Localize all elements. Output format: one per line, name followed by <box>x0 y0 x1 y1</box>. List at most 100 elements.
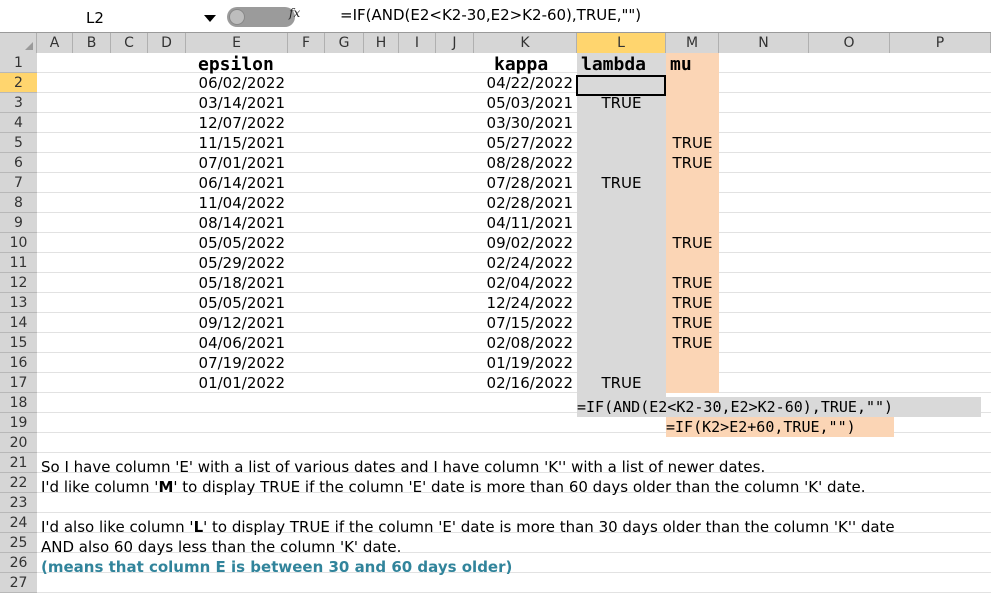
header-epsilon[interactable]: epsilon <box>198 55 274 75</box>
row-header-8[interactable]: 8 <box>0 193 37 213</box>
column-header-n[interactable]: N <box>719 33 809 53</box>
column-header-l[interactable]: L <box>577 33 666 53</box>
name-box[interactable]: L2 <box>0 8 220 28</box>
cell-l10[interactable] <box>577 233 666 253</box>
cell-k3[interactable]: 05/03/2021 <box>477 93 573 113</box>
cell-e6[interactable]: 07/01/2021 <box>189 153 285 173</box>
row-header-1[interactable]: 1 <box>0 53 37 73</box>
row-header-19[interactable]: 19 <box>0 413 37 433</box>
cell-m4[interactable] <box>666 113 719 133</box>
cell-e8[interactable]: 11/04/2022 <box>189 193 285 213</box>
row-header-24[interactable]: 24 <box>0 513 37 533</box>
note-row-25[interactable]: AND also 60 days less than the column 'K… <box>41 537 401 557</box>
note-row-24[interactable]: I'd also like column 'L' to display TRUE… <box>41 517 895 537</box>
column-header-c[interactable]: C <box>111 33 148 53</box>
cell-k6[interactable]: 08/28/2022 <box>477 153 573 173</box>
cell-l15[interactable] <box>577 333 666 353</box>
cell-k11[interactable]: 02/24/2022 <box>477 253 573 273</box>
formula-l-note[interactable]: =IF(AND(E2<K2-30,E2>K2-60),TRUE,"") <box>577 397 981 417</box>
row-header-27[interactable]: 27 <box>0 573 37 593</box>
column-header-j[interactable]: J <box>436 33 474 53</box>
cell-e9[interactable]: 08/14/2021 <box>189 213 285 233</box>
row-header-26[interactable]: 26 <box>0 553 37 573</box>
cell-k10[interactable]: 09/02/2022 <box>477 233 573 253</box>
column-header-h[interactable]: H <box>364 33 399 53</box>
cell-l7[interactable]: TRUE <box>577 173 666 193</box>
cell-m15[interactable]: TRUE <box>666 333 719 353</box>
cell-e5[interactable]: 11/15/2021 <box>189 133 285 153</box>
cell-m17[interactable] <box>666 373 719 393</box>
header-mu[interactable]: mu <box>670 55 692 75</box>
cell-e17[interactable]: 01/01/2022 <box>189 373 285 393</box>
cell-k17[interactable]: 02/16/2022 <box>477 373 573 393</box>
row-header-20[interactable]: 20 <box>0 433 37 453</box>
cell-e15[interactable]: 04/06/2021 <box>189 333 285 353</box>
cell-e7[interactable]: 06/14/2021 <box>189 173 285 193</box>
column-header-a[interactable]: A <box>37 33 73 53</box>
cell-k4[interactable]: 03/30/2021 <box>477 113 573 133</box>
cell-e10[interactable]: 05/05/2022 <box>189 233 285 253</box>
row-header-10[interactable]: 10 <box>0 233 37 253</box>
cell-m6[interactable]: TRUE <box>666 153 719 173</box>
fx-icon[interactable]: fx <box>289 6 300 20</box>
column-header-e[interactable]: E <box>186 33 288 53</box>
cell-l12[interactable] <box>577 273 666 293</box>
column-header-f[interactable]: F <box>288 33 325 53</box>
cell-e4[interactable]: 12/07/2022 <box>189 113 285 133</box>
column-header-p[interactable]: P <box>890 33 991 53</box>
row-header-23[interactable]: 23 <box>0 493 37 513</box>
row-header-2[interactable]: 2 <box>0 73 37 93</box>
formula-bar-handle[interactable] <box>227 7 295 27</box>
cell-k14[interactable]: 07/15/2022 <box>477 313 573 333</box>
row-header-25[interactable]: 25 <box>0 533 37 553</box>
cell-l17[interactable]: TRUE <box>577 373 666 393</box>
cell-k8[interactable]: 02/28/2021 <box>477 193 573 213</box>
cell-e13[interactable]: 05/05/2021 <box>189 293 285 313</box>
cell-e2[interactable]: 06/02/2022 <box>189 73 285 93</box>
cell-l13[interactable] <box>577 293 666 313</box>
cell-m2[interactable] <box>666 73 719 93</box>
cell-e3[interactable]: 03/14/2021 <box>189 93 285 113</box>
cell-m16[interactable] <box>666 353 719 373</box>
cell-k16[interactable]: 01/19/2022 <box>477 353 573 373</box>
cell-m9[interactable] <box>666 213 719 233</box>
column-header-g[interactable]: G <box>325 33 364 53</box>
formula-m-note[interactable]: =IF(K2>E2+60,TRUE,"") <box>666 417 894 437</box>
cell-l6[interactable] <box>577 153 666 173</box>
cell-m10[interactable]: TRUE <box>666 233 719 253</box>
cell-l4[interactable] <box>577 113 666 133</box>
row-header-5[interactable]: 5 <box>0 133 37 153</box>
chevron-down-icon[interactable] <box>202 9 218 27</box>
row-header-14[interactable]: 14 <box>0 313 37 333</box>
cell-l9[interactable] <box>577 213 666 233</box>
cell-e14[interactable]: 09/12/2021 <box>189 313 285 333</box>
note-row-21[interactable]: So I have column 'E' with a list of vari… <box>41 457 765 477</box>
row-header-15[interactable]: 15 <box>0 333 37 353</box>
cell-l11[interactable] <box>577 253 666 273</box>
note-row-22[interactable]: I'd like column 'M' to display TRUE if t… <box>41 477 866 497</box>
select-all-corner[interactable] <box>0 33 37 53</box>
cell-e12[interactable]: 05/18/2021 <box>189 273 285 293</box>
cell-l14[interactable] <box>577 313 666 333</box>
header-lambda[interactable]: lambda <box>581 55 646 75</box>
row-header-9[interactable]: 9 <box>0 213 37 233</box>
cell-m7[interactable] <box>666 173 719 193</box>
row-header-4[interactable]: 4 <box>0 113 37 133</box>
cell-m11[interactable] <box>666 253 719 273</box>
cell-k12[interactable]: 02/04/2022 <box>477 273 573 293</box>
column-header-i[interactable]: I <box>399 33 436 53</box>
row-header-17[interactable]: 17 <box>0 373 37 393</box>
cell-e11[interactable]: 05/29/2022 <box>189 253 285 273</box>
row-header-18[interactable]: 18 <box>0 393 37 413</box>
cell-k13[interactable]: 12/24/2022 <box>477 293 573 313</box>
row-header-16[interactable]: 16 <box>0 353 37 373</box>
column-header-d[interactable]: D <box>148 33 186 53</box>
row-header-12[interactable]: 12 <box>0 273 37 293</box>
cell-k7[interactable]: 07/28/2021 <box>477 173 573 193</box>
column-header-b[interactable]: B <box>73 33 111 53</box>
note-row-26[interactable]: (means that column E is between 30 and 6… <box>41 557 512 577</box>
cell-m13[interactable]: TRUE <box>666 293 719 313</box>
cell-k9[interactable]: 04/11/2021 <box>477 213 573 233</box>
cell-l8[interactable] <box>577 193 666 213</box>
row-header-13[interactable]: 13 <box>0 293 37 313</box>
